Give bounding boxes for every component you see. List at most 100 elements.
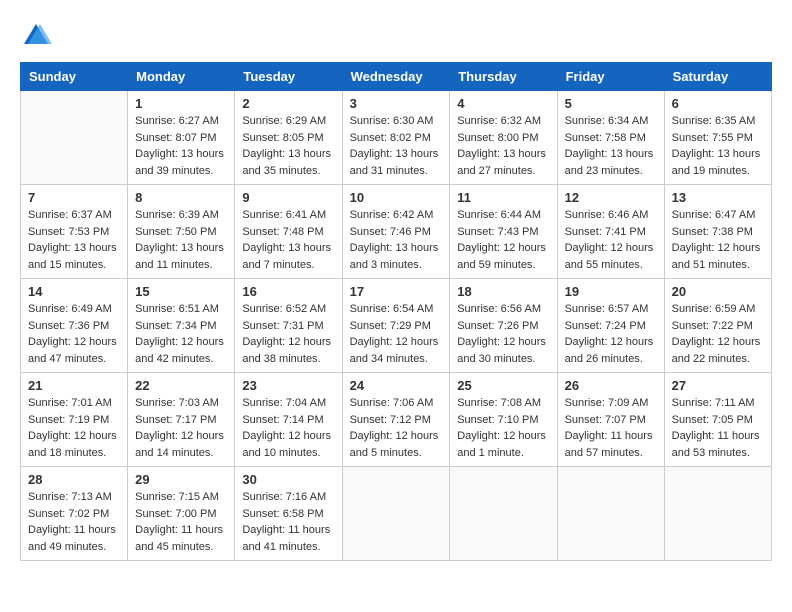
daylight-label: Daylight: 13 hours and 19 minutes. [672, 148, 761, 177]
day-number: 26 [565, 378, 657, 393]
sunset-label: Sunset: 8:00 PM [457, 132, 538, 144]
daylight-label: Daylight: 13 hours and 7 minutes. [242, 242, 331, 271]
day-number: 7 [28, 190, 120, 205]
col-header-friday: Friday [557, 63, 664, 91]
calendar-cell: 9 Sunrise: 6:41 AM Sunset: 7:48 PM Dayli… [235, 185, 342, 279]
calendar-cell: 19 Sunrise: 6:57 AM Sunset: 7:24 PM Dayl… [557, 279, 664, 373]
daylight-label: Daylight: 12 hours and 18 minutes. [28, 430, 117, 459]
calendar-week-4: 21 Sunrise: 7:01 AM Sunset: 7:19 PM Dayl… [21, 373, 772, 467]
day-info: Sunrise: 6:47 AM Sunset: 7:38 PM Dayligh… [672, 207, 764, 273]
daylight-label: Daylight: 13 hours and 11 minutes. [135, 242, 224, 271]
calendar-cell: 26 Sunrise: 7:09 AM Sunset: 7:07 PM Dayl… [557, 373, 664, 467]
day-number: 18 [457, 284, 549, 299]
calendar-cell: 27 Sunrise: 7:11 AM Sunset: 7:05 PM Dayl… [664, 373, 771, 467]
calendar-cell: 29 Sunrise: 7:15 AM Sunset: 7:00 PM Dayl… [128, 467, 235, 561]
day-number: 19 [565, 284, 657, 299]
sunrise-label: Sunrise: 6:52 AM [242, 303, 326, 315]
calendar-table: SundayMondayTuesdayWednesdayThursdayFrid… [20, 62, 772, 561]
daylight-label: Daylight: 13 hours and 3 minutes. [350, 242, 439, 271]
sunrise-label: Sunrise: 7:04 AM [242, 397, 326, 409]
page-header [20, 20, 772, 52]
calendar-cell: 14 Sunrise: 6:49 AM Sunset: 7:36 PM Dayl… [21, 279, 128, 373]
sunrise-label: Sunrise: 6:32 AM [457, 115, 541, 127]
daylight-label: Daylight: 12 hours and 22 minutes. [672, 336, 761, 365]
sunset-label: Sunset: 8:05 PM [242, 132, 323, 144]
calendar-cell: 16 Sunrise: 6:52 AM Sunset: 7:31 PM Dayl… [235, 279, 342, 373]
sunset-label: Sunset: 7:22 PM [672, 320, 753, 332]
calendar-week-1: 1 Sunrise: 6:27 AM Sunset: 8:07 PM Dayli… [21, 91, 772, 185]
day-number: 8 [135, 190, 227, 205]
daylight-label: Daylight: 11 hours and 41 minutes. [242, 524, 330, 553]
sunrise-label: Sunrise: 7:03 AM [135, 397, 219, 409]
calendar-week-3: 14 Sunrise: 6:49 AM Sunset: 7:36 PM Dayl… [21, 279, 772, 373]
calendar-cell: 5 Sunrise: 6:34 AM Sunset: 7:58 PM Dayli… [557, 91, 664, 185]
day-info: Sunrise: 6:37 AM Sunset: 7:53 PM Dayligh… [28, 207, 120, 273]
sunset-label: Sunset: 7:38 PM [672, 226, 753, 238]
day-info: Sunrise: 6:52 AM Sunset: 7:31 PM Dayligh… [242, 301, 334, 367]
day-number: 3 [350, 96, 443, 111]
day-info: Sunrise: 6:59 AM Sunset: 7:22 PM Dayligh… [672, 301, 764, 367]
calendar-cell: 23 Sunrise: 7:04 AM Sunset: 7:14 PM Dayl… [235, 373, 342, 467]
sunset-label: Sunset: 6:58 PM [242, 508, 323, 520]
day-info: Sunrise: 7:03 AM Sunset: 7:17 PM Dayligh… [135, 395, 227, 461]
sunrise-label: Sunrise: 6:34 AM [565, 115, 649, 127]
sunset-label: Sunset: 7:46 PM [350, 226, 431, 238]
daylight-label: Daylight: 12 hours and 34 minutes. [350, 336, 439, 365]
day-number: 6 [672, 96, 764, 111]
sunrise-label: Sunrise: 6:27 AM [135, 115, 219, 127]
daylight-label: Daylight: 11 hours and 45 minutes. [135, 524, 223, 553]
sunrise-label: Sunrise: 6:41 AM [242, 209, 326, 221]
day-number: 5 [565, 96, 657, 111]
day-number: 4 [457, 96, 549, 111]
calendar-cell: 22 Sunrise: 7:03 AM Sunset: 7:17 PM Dayl… [128, 373, 235, 467]
day-number: 29 [135, 472, 227, 487]
day-info: Sunrise: 6:57 AM Sunset: 7:24 PM Dayligh… [565, 301, 657, 367]
sunset-label: Sunset: 7:29 PM [350, 320, 431, 332]
calendar-cell: 4 Sunrise: 6:32 AM Sunset: 8:00 PM Dayli… [450, 91, 557, 185]
day-info: Sunrise: 6:35 AM Sunset: 7:55 PM Dayligh… [672, 113, 764, 179]
sunrise-label: Sunrise: 6:47 AM [672, 209, 756, 221]
sunset-label: Sunset: 8:07 PM [135, 132, 216, 144]
sunset-label: Sunset: 7:14 PM [242, 414, 323, 426]
calendar-cell: 13 Sunrise: 6:47 AM Sunset: 7:38 PM Dayl… [664, 185, 771, 279]
sunrise-label: Sunrise: 7:08 AM [457, 397, 541, 409]
sunset-label: Sunset: 7:41 PM [565, 226, 646, 238]
sunrise-label: Sunrise: 7:06 AM [350, 397, 434, 409]
sunset-label: Sunset: 7:48 PM [242, 226, 323, 238]
sunrise-label: Sunrise: 6:49 AM [28, 303, 112, 315]
col-header-monday: Monday [128, 63, 235, 91]
day-info: Sunrise: 6:39 AM Sunset: 7:50 PM Dayligh… [135, 207, 227, 273]
calendar-cell: 24 Sunrise: 7:06 AM Sunset: 7:12 PM Dayl… [342, 373, 450, 467]
day-info: Sunrise: 7:13 AM Sunset: 7:02 PM Dayligh… [28, 489, 120, 555]
sunset-label: Sunset: 7:07 PM [565, 414, 646, 426]
day-number: 17 [350, 284, 443, 299]
calendar-cell [664, 467, 771, 561]
daylight-label: Daylight: 12 hours and 30 minutes. [457, 336, 546, 365]
day-info: Sunrise: 6:41 AM Sunset: 7:48 PM Dayligh… [242, 207, 334, 273]
logo [20, 20, 56, 52]
calendar-cell: 18 Sunrise: 6:56 AM Sunset: 7:26 PM Dayl… [450, 279, 557, 373]
sunset-label: Sunset: 7:58 PM [565, 132, 646, 144]
sunset-label: Sunset: 7:00 PM [135, 508, 216, 520]
day-info: Sunrise: 6:32 AM Sunset: 8:00 PM Dayligh… [457, 113, 549, 179]
daylight-label: Daylight: 12 hours and 14 minutes. [135, 430, 224, 459]
col-header-wednesday: Wednesday [342, 63, 450, 91]
daylight-label: Daylight: 13 hours and 35 minutes. [242, 148, 331, 177]
sunset-label: Sunset: 7:55 PM [672, 132, 753, 144]
day-info: Sunrise: 6:56 AM Sunset: 7:26 PM Dayligh… [457, 301, 549, 367]
sunrise-label: Sunrise: 7:09 AM [565, 397, 649, 409]
day-info: Sunrise: 6:34 AM Sunset: 7:58 PM Dayligh… [565, 113, 657, 179]
sunset-label: Sunset: 7:12 PM [350, 414, 431, 426]
day-number: 12 [565, 190, 657, 205]
daylight-label: Daylight: 13 hours and 39 minutes. [135, 148, 224, 177]
daylight-label: Daylight: 13 hours and 15 minutes. [28, 242, 117, 271]
day-number: 21 [28, 378, 120, 393]
sunrise-label: Sunrise: 6:46 AM [565, 209, 649, 221]
calendar-cell: 25 Sunrise: 7:08 AM Sunset: 7:10 PM Dayl… [450, 373, 557, 467]
day-info: Sunrise: 7:11 AM Sunset: 7:05 PM Dayligh… [672, 395, 764, 461]
sunrise-label: Sunrise: 6:57 AM [565, 303, 649, 315]
sunset-label: Sunset: 7:02 PM [28, 508, 109, 520]
sunset-label: Sunset: 7:50 PM [135, 226, 216, 238]
logo-icon [20, 20, 52, 52]
calendar-cell: 15 Sunrise: 6:51 AM Sunset: 7:34 PM Dayl… [128, 279, 235, 373]
